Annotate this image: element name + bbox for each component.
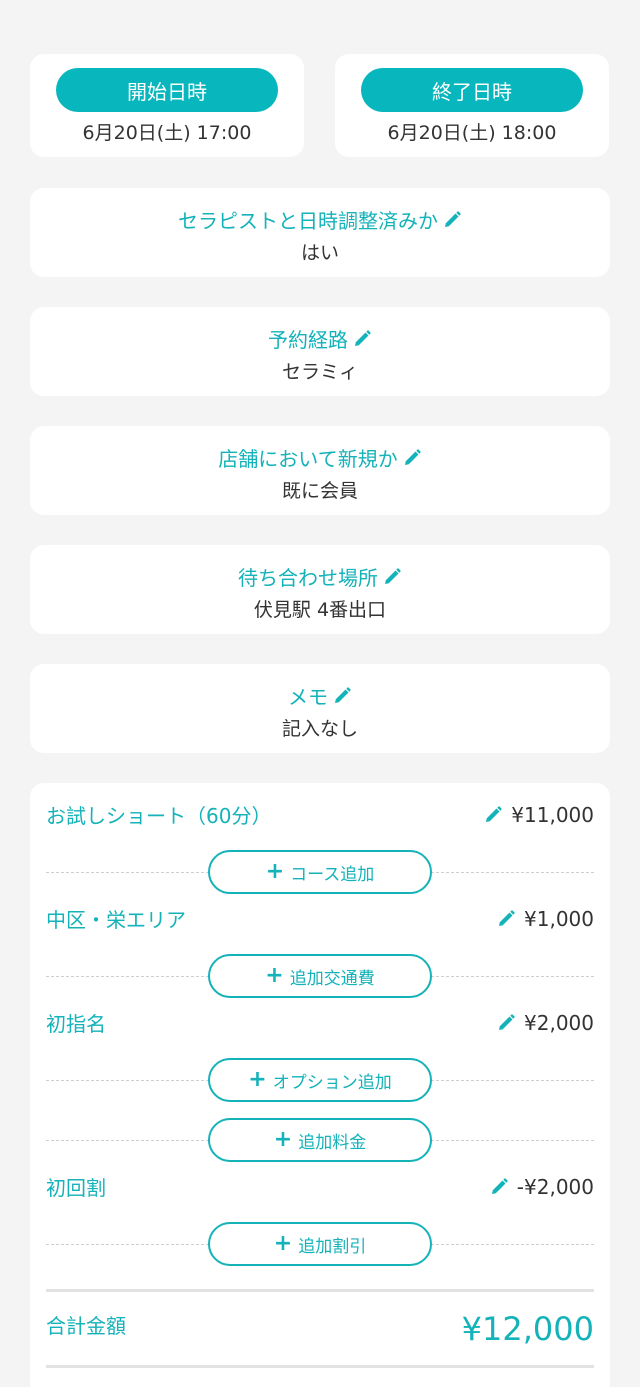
total-value: ¥12,000 <box>461 1310 594 1348</box>
therapist-schedule-label: セラピストと日時調整済みか <box>178 209 438 233</box>
discount-price: -¥2,000 <box>516 1174 594 1199</box>
plus-icon: + <box>273 1231 293 1256</box>
new-customer-value: 既に会員 <box>281 480 358 502</box>
course-row: お試しショート（60分） ¥11,000 <box>46 800 594 829</box>
new-customer-card: 店舗において新規か 既に会員 <box>30 426 610 515</box>
pencil-icon[interactable] <box>483 805 503 825</box>
memo-card: メモ 記入なし <box>30 664 610 753</box>
meeting-place-edit[interactable]: 待ち合わせ場所 <box>30 562 610 591</box>
end-datetime-value: 6月20日(土) 18:00 <box>387 122 557 144</box>
end-datetime-card: 終了日時 6月20日(土) 18:00 <box>335 54 609 157</box>
therapist-schedule-value: はい <box>300 242 339 264</box>
nomination-name: 初指名 <box>46 1012 106 1036</box>
start-datetime-value: 6月20日(土) 17:00 <box>82 122 252 144</box>
booking-route-label: 予約経路 <box>268 328 348 352</box>
total-bottom-divider <box>46 1365 594 1368</box>
course-name: お試しショート（60分） <box>46 804 272 828</box>
discount-row: 初回割 -¥2,000 <box>46 1172 594 1201</box>
therapist-schedule-card: セラピストと日時調整済みか はい <box>30 188 610 277</box>
meeting-place-label: 待ち合わせ場所 <box>238 566 378 590</box>
meeting-place-card: 待ち合わせ場所 伏見駅 4番出口 <box>30 545 610 634</box>
add-transport-label: 追加交通費 <box>289 968 375 989</box>
total-top-divider <box>46 1289 594 1292</box>
add-option-label: オプション追加 <box>272 1072 392 1093</box>
new-customer-edit[interactable]: 店舗において新規か <box>30 443 610 472</box>
add-discount-label: 追加割引 <box>298 1236 367 1257</box>
discount-name: 初回割 <box>46 1176 106 1200</box>
add-transport-button[interactable]: + 追加交通費 <box>208 954 432 998</box>
therapist-schedule-edit[interactable]: セラピストと日時調整済みか <box>30 205 610 234</box>
plus-icon: + <box>265 963 284 988</box>
add-course-label: コース追加 <box>290 864 375 885</box>
plus-icon: + <box>248 1067 267 1092</box>
add-fee-button[interactable]: + 追加料金 <box>208 1118 432 1162</box>
transport-name: 中区・栄エリア <box>46 908 186 932</box>
transport-price: ¥1,000 <box>524 906 594 931</box>
booking-route-value: セラミィ <box>281 361 358 383</box>
pencil-icon[interactable] <box>352 329 372 349</box>
pencil-icon[interactable] <box>489 1177 509 1197</box>
pencil-icon[interactable] <box>496 909 516 929</box>
pencil-icon[interactable] <box>332 686 352 706</box>
transport-row: 中区・栄エリア ¥1,000 <box>46 904 594 933</box>
new-customer-label: 店舗において新規か <box>218 447 398 471</box>
end-datetime-label: 終了日時 <box>361 68 583 112</box>
memo-label: メモ <box>288 685 328 709</box>
memo-value: 記入なし <box>281 718 358 740</box>
start-datetime-card: 開始日時 6月20日(土) 17:00 <box>30 54 304 157</box>
booking-route-edit[interactable]: 予約経路 <box>30 324 610 353</box>
plus-icon: + <box>273 1127 293 1152</box>
booking-route-card: 予約経路 セラミィ <box>30 307 610 396</box>
plus-icon: + <box>265 859 285 884</box>
meeting-place-value: 伏見駅 4番出口 <box>253 599 387 621</box>
add-fee-label: 追加料金 <box>298 1132 367 1153</box>
start-datetime-label: 開始日時 <box>56 68 278 112</box>
pencil-icon[interactable] <box>382 567 402 587</box>
memo-edit[interactable]: メモ <box>30 681 610 710</box>
pencil-icon[interactable] <box>402 448 422 468</box>
course-price: ¥11,000 <box>511 802 594 827</box>
add-course-button[interactable]: + コース追加 <box>208 850 432 894</box>
nomination-row: 初指名 ¥2,000 <box>46 1008 594 1037</box>
pencil-icon[interactable] <box>442 210 462 230</box>
add-discount-button[interactable]: + 追加割引 <box>208 1222 432 1266</box>
nomination-price: ¥2,000 <box>524 1010 594 1035</box>
pencil-icon[interactable] <box>496 1013 516 1033</box>
total-label: 合計金額 <box>46 1314 126 1338</box>
add-option-button[interactable]: + オプション追加 <box>208 1058 432 1102</box>
